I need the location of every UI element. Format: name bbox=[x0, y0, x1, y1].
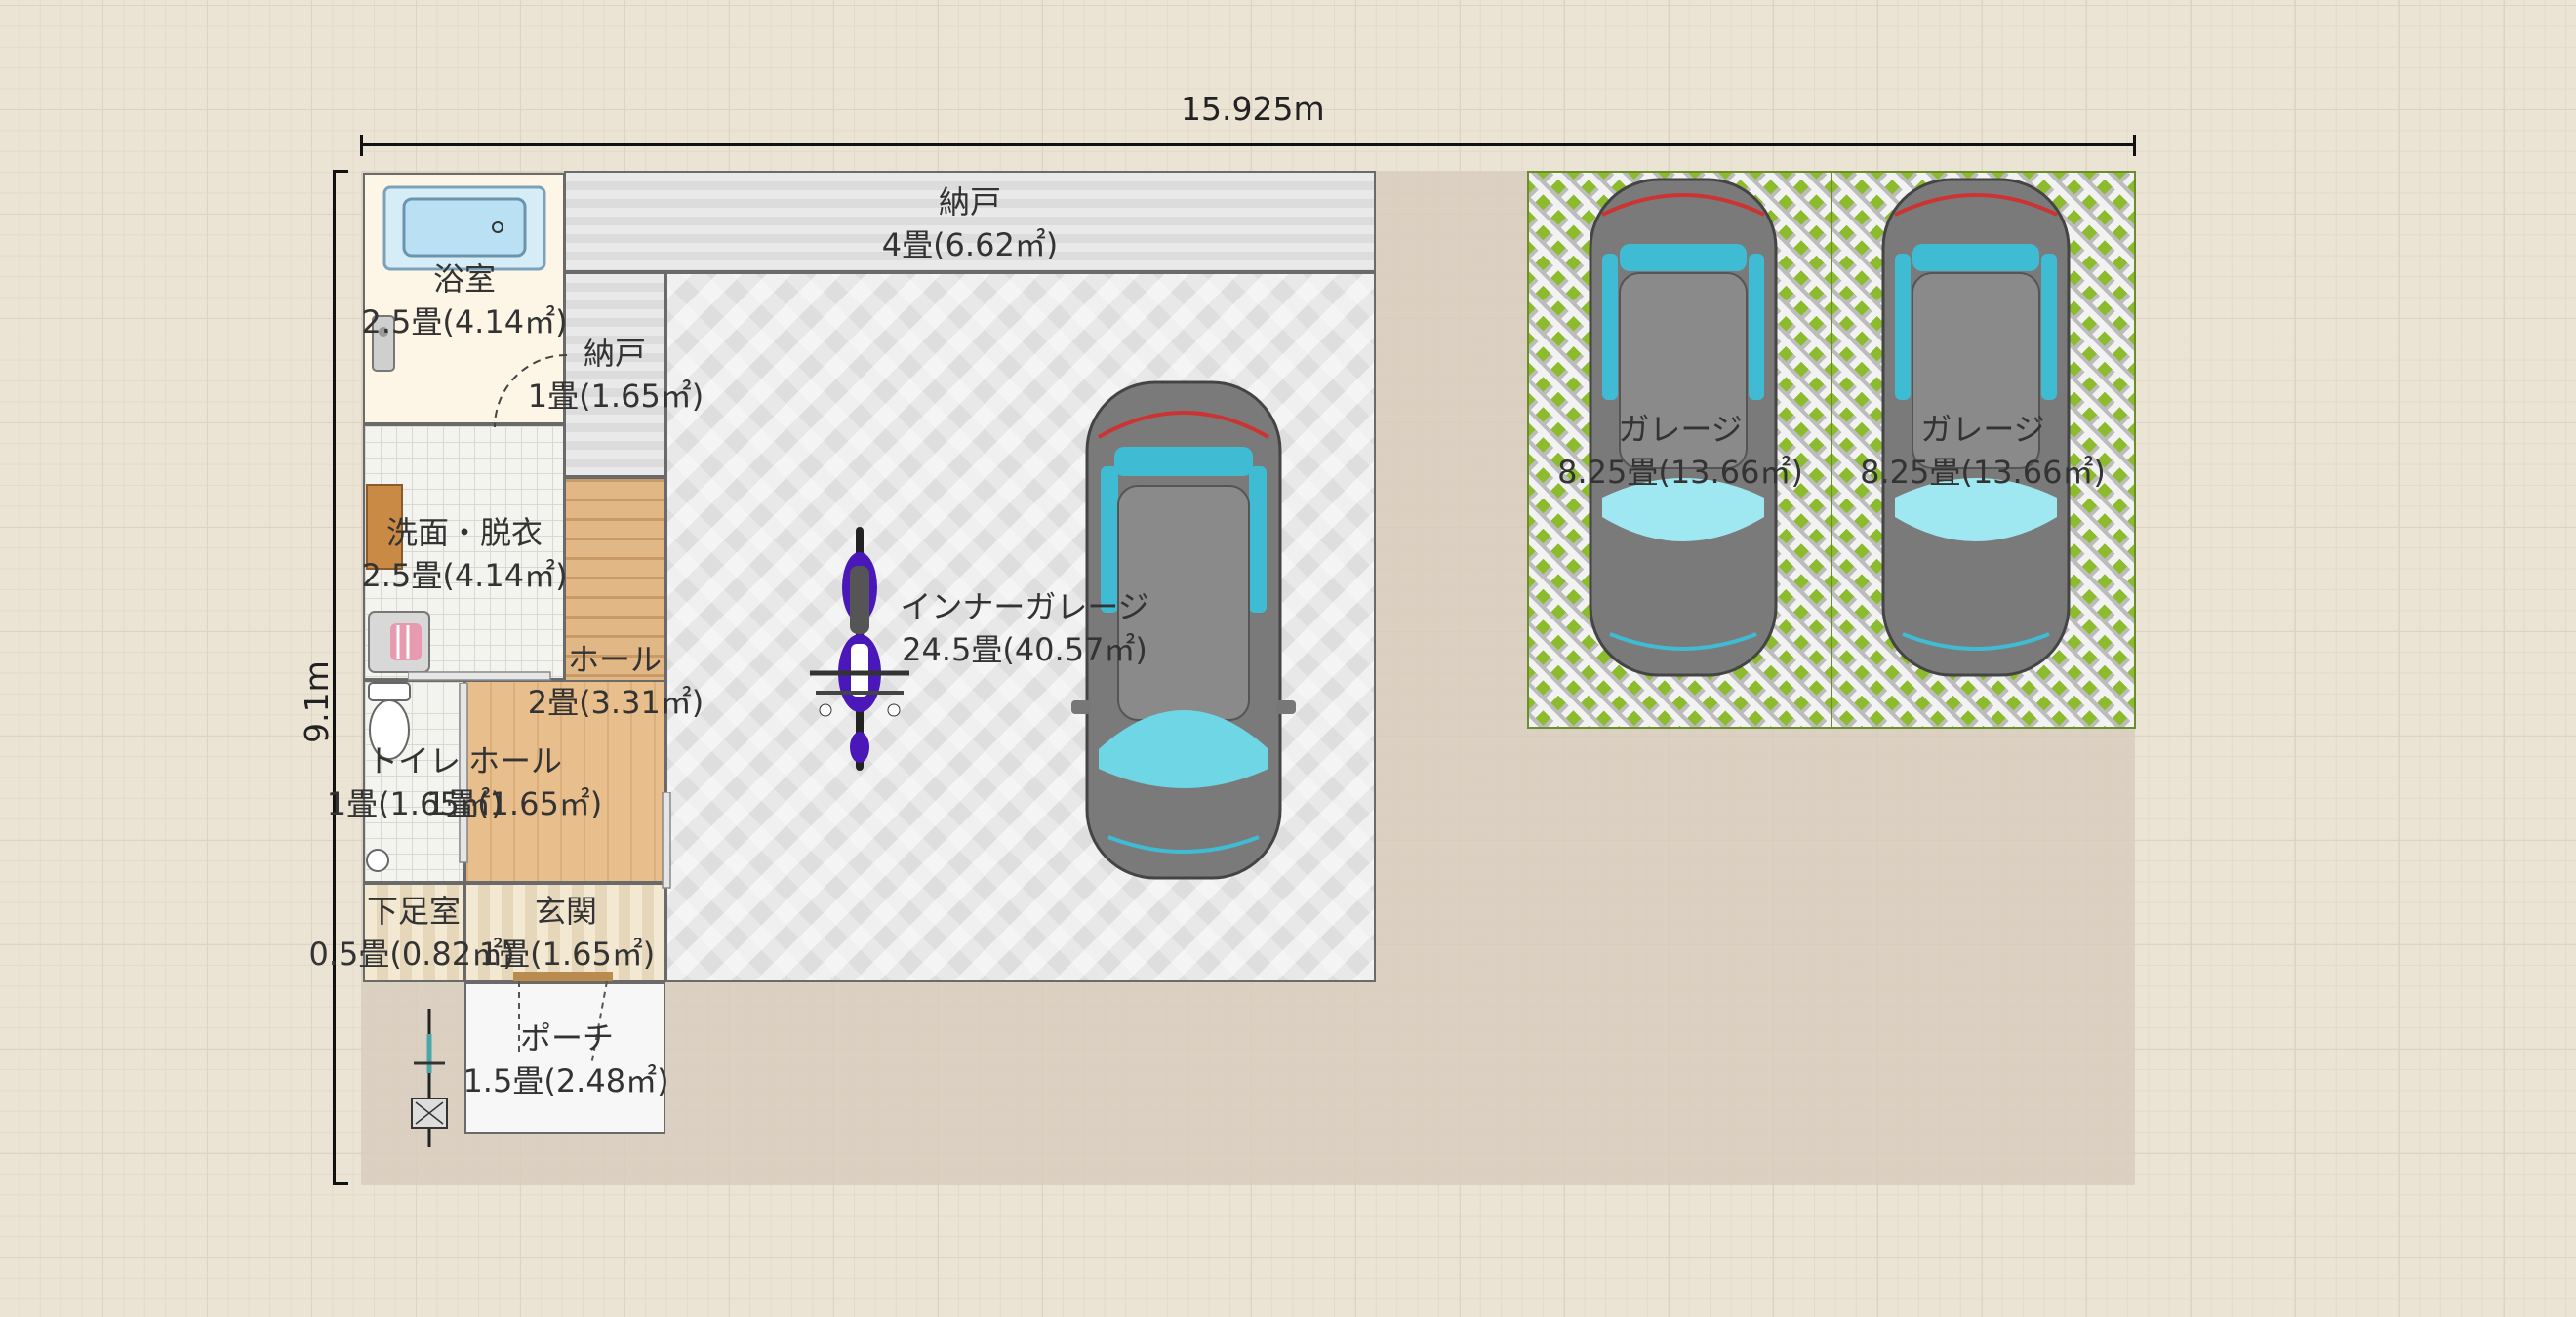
room-porch-area: 1.5畳(2.48㎡) bbox=[463, 1062, 669, 1099]
toilet-paper-icon bbox=[366, 849, 389, 872]
room-toilet-name: トイレ bbox=[366, 742, 461, 779]
room-shoe-room-name: 下足室 bbox=[366, 893, 461, 930]
room-storage-small-area: 1畳(1.65㎡) bbox=[527, 378, 704, 415]
room-storage-small-name: 納戸 bbox=[583, 335, 646, 372]
room-washroom-area: 2.5畳(4.14㎡) bbox=[361, 557, 568, 594]
room-hall-lower-area: 1畳(1.65㎡) bbox=[425, 785, 603, 822]
room-bath-name: 浴室 bbox=[432, 260, 496, 298]
room-storage-top[interactable]: 納戸 4畳(6.62㎡) bbox=[564, 171, 1376, 272]
room-garage-1-name: ガレージ bbox=[1618, 411, 1743, 448]
room-inner-garage-name: インナーガレージ bbox=[900, 588, 1149, 625]
room-hall-lower-name: ホール bbox=[467, 742, 562, 779]
washing-machine-icon bbox=[368, 611, 430, 673]
room-garage-2-area: 8.25畳(13.66㎡) bbox=[1860, 454, 2106, 491]
room-entrance-name: 玄関 bbox=[534, 893, 597, 930]
room-inner-garage-area: 24.5畳(40.57㎡) bbox=[902, 631, 1147, 668]
bicycle-icon bbox=[411, 1009, 448, 1147]
room-hall-upper-area: 2畳(3.31㎡) bbox=[527, 684, 704, 721]
room-garage-1-area: 8.25畳(13.66㎡) bbox=[1557, 454, 1803, 491]
height-dimension-tick-top bbox=[333, 170, 348, 173]
room-garage-2-name: ガレージ bbox=[1920, 411, 2045, 448]
room-porch-name: ポーチ bbox=[519, 1019, 614, 1057]
height-dimension-label: 9.1m bbox=[297, 660, 336, 743]
width-dimension-tick-right bbox=[2133, 135, 2136, 156]
room-washroom-name: 洗面・脱衣 bbox=[385, 514, 543, 551]
room-storage-top-name: 納戸 bbox=[938, 183, 1001, 220]
entrance-door-icon bbox=[662, 792, 671, 889]
room-entrance-area: 1畳(1.65㎡) bbox=[478, 936, 656, 973]
width-dimension-label: 15.925m bbox=[1181, 90, 1325, 128]
room-hall-upper-name: ホール bbox=[567, 641, 662, 678]
room-storage-top-area: 4畳(6.62㎡) bbox=[881, 226, 1059, 263]
width-dimension-line bbox=[361, 143, 2135, 146]
width-dimension-tick-left bbox=[360, 135, 363, 156]
room-bath-area: 2.5畳(4.14㎡) bbox=[361, 303, 568, 340]
height-dimension-tick-bottom bbox=[333, 1182, 348, 1185]
